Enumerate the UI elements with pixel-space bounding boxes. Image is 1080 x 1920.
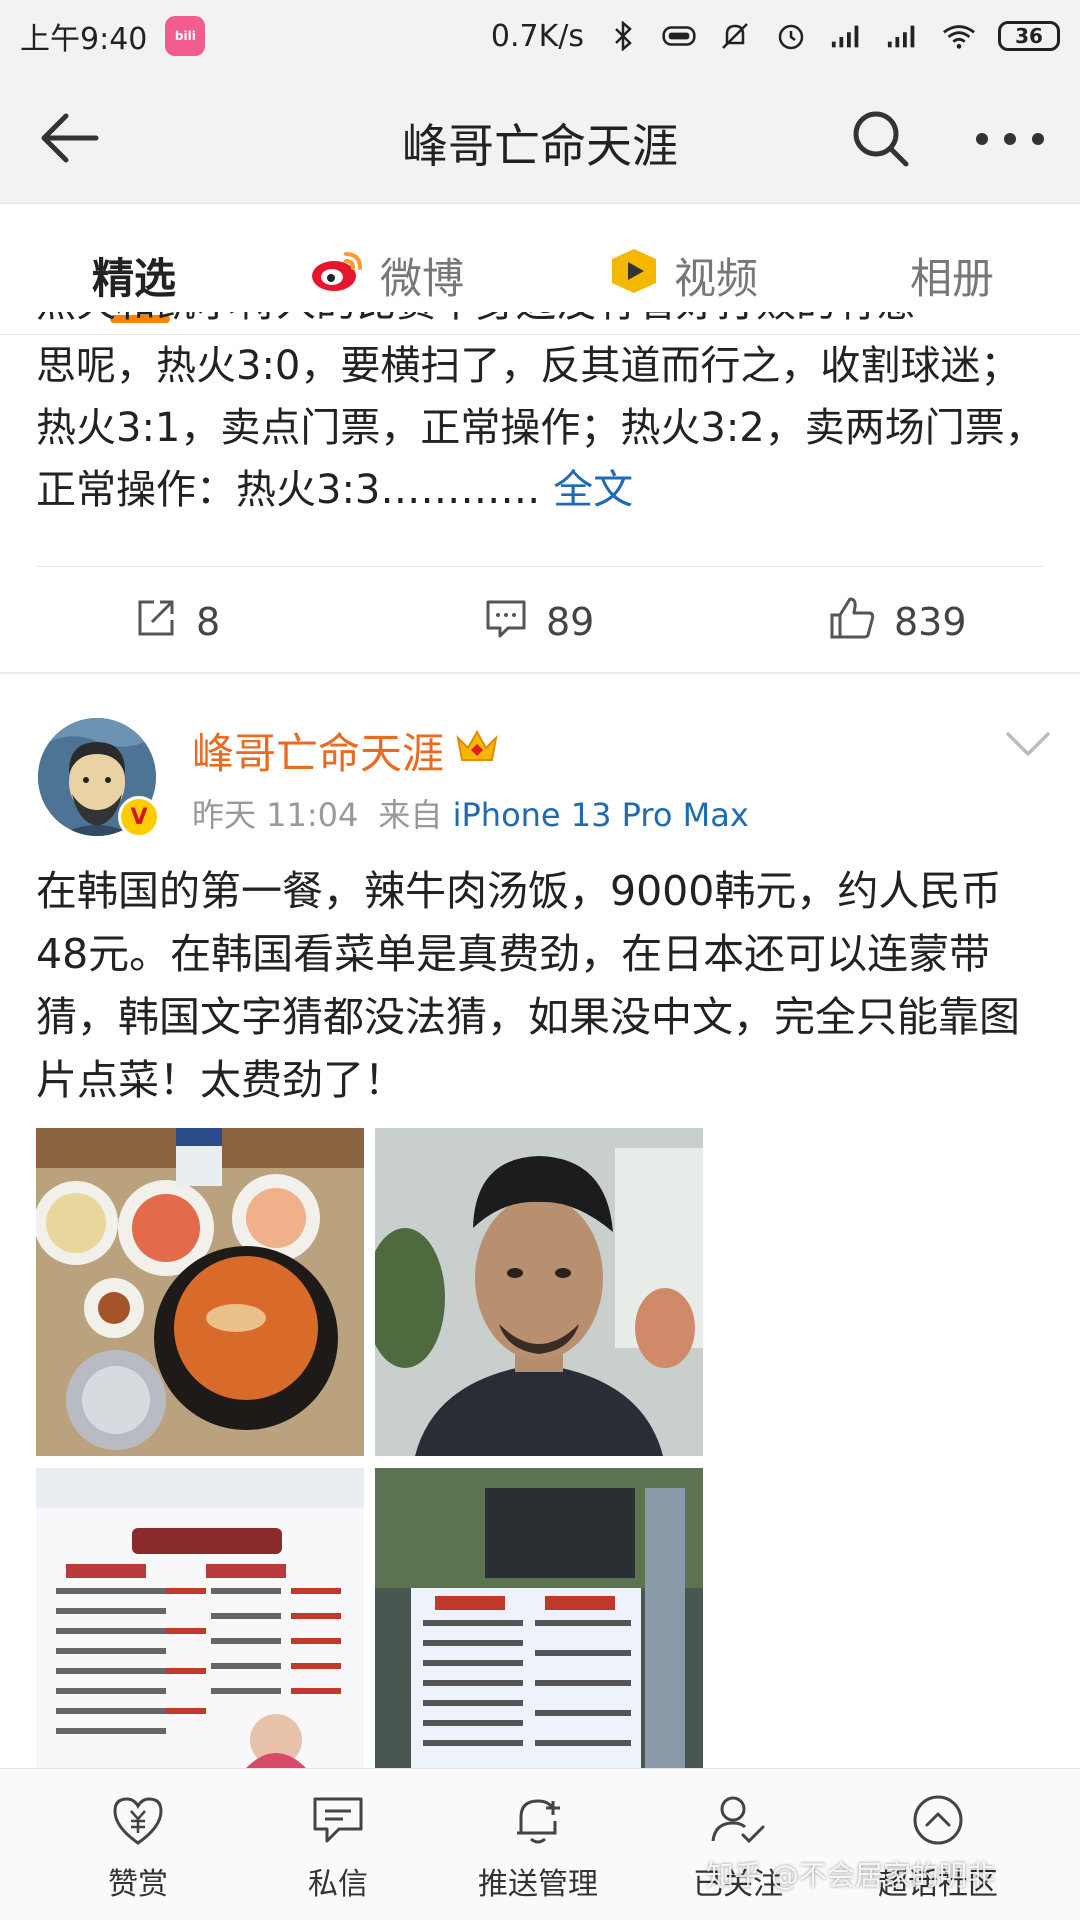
post1-clipped-line: 热火和凯尔特人的比赛中身边没有看好打败的有意 (36, 312, 1046, 334)
signal-icon (830, 21, 864, 51)
tab-weibo[interactable]: 微博 (310, 245, 464, 306)
post-separator (0, 672, 1080, 674)
alarm-icon (774, 21, 808, 51)
wifi-icon (942, 21, 976, 51)
chevron-down-icon[interactable] (1006, 730, 1050, 760)
user-check-icon (709, 1791, 767, 1849)
menu-board-photo[interactable] (36, 1468, 364, 1768)
menu-sign-photo[interactable] (375, 1468, 703, 1768)
post-time: 昨天 11:04 (192, 796, 359, 834)
message-icon (309, 1791, 367, 1849)
comment-icon (484, 596, 528, 649)
vibrate-icon (662, 21, 696, 51)
repost-button[interactable]: 8 (134, 596, 220, 649)
bottom-action-bar: 赞赏 私信 推送管理 已关注 超话社区 (0, 1768, 1080, 1920)
signal-icon-2 (886, 21, 920, 51)
post-author[interactable]: 峰哥亡命天涯 (192, 720, 500, 781)
net-speed: 0.7K/s (490, 18, 584, 54)
thumbs-up-icon (828, 595, 876, 650)
tab-video[interactable]: 视频 (608, 245, 758, 306)
push-settings-button[interactable]: 推送管理 (448, 1791, 628, 1903)
tab-featured[interactable]: 精选 (92, 245, 176, 306)
reward-button[interactable]: 赞赏 (48, 1791, 228, 1903)
tab-album[interactable]: 相册 (910, 245, 994, 306)
verified-badge-icon: V (118, 796, 160, 838)
comment-button[interactable]: 89 (484, 596, 594, 649)
topic-icon (909, 1791, 967, 1849)
watermark: 知乎 @不会居家的明非 (706, 1859, 995, 1892)
crown-badge-icon (454, 726, 500, 776)
read-more-link[interactable]: 全文 (553, 467, 633, 513)
post-device[interactable]: iPhone 13 Pro Max (453, 796, 749, 834)
source-prefix: 来自 (378, 796, 443, 834)
status-bar: 上午9:40 bili 0.7K/s 36 (0, 0, 1080, 72)
message-button[interactable]: 私信 (248, 1791, 428, 1903)
page-title: 峰哥亡命天涯 (402, 119, 678, 173)
food-photo[interactable] (36, 1128, 364, 1456)
more-options-icon[interactable] (976, 130, 1044, 148)
divider (36, 566, 1044, 567)
search-icon[interactable] (850, 108, 910, 168)
post-meta: 昨天 11:04 来自 iPhone 13 Pro Max (192, 790, 749, 836)
reward-icon (109, 1791, 167, 1849)
bell-plus-icon (509, 1791, 567, 1849)
weibo-icon (310, 248, 366, 304)
post1-actions: 8 89 839 (0, 572, 1080, 672)
post1-text: 思呢，热火3:0，要横扫了，反其道而行之，收割球迷；热火3:1，卖点门票，正常操… (36, 343, 1045, 513)
nav-bar: 峰哥亡命天涯 (0, 72, 1080, 204)
post2-text: 在韩国的第一餐，辣牛肉汤饭，9000韩元，约人民币48元。在韩国看菜单是真费劲，… (36, 867, 1020, 1104)
selfie-photo[interactable] (375, 1128, 703, 1456)
mute-icon (718, 21, 752, 51)
battery-indicator: 36 (998, 21, 1060, 51)
bilibili-icon: bili (165, 16, 206, 56)
status-time: 上午9:40 (20, 22, 148, 57)
repost-icon (134, 596, 178, 649)
bluetooth-icon (606, 21, 640, 51)
like-button[interactable]: 839 (828, 595, 967, 650)
video-icon (608, 247, 660, 305)
